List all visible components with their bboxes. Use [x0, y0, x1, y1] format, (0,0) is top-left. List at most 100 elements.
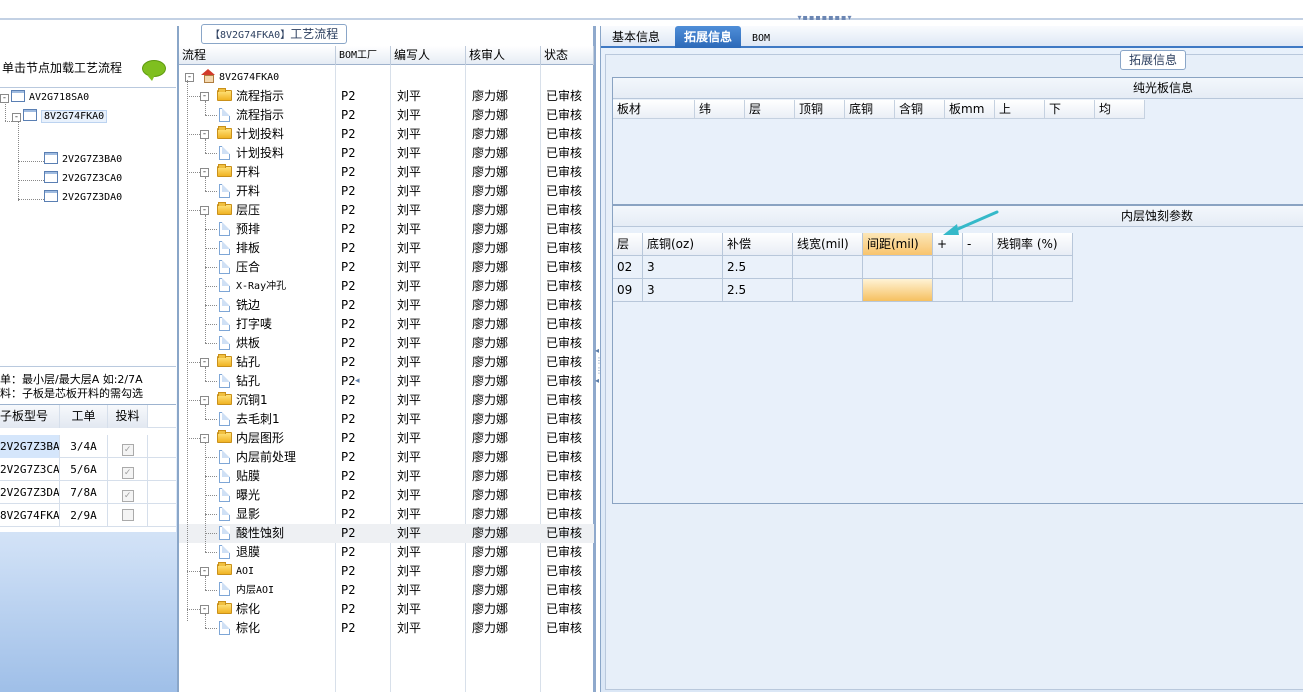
table-row[interactable]: 2V2G7Z3CA0 5/6A ✓	[0, 458, 176, 481]
process-step-row[interactable]: 开料 P2 刘平 廖力娜 已审核	[179, 182, 594, 201]
collapse-icon[interactable]: -	[200, 92, 209, 101]
collapse-icon[interactable]: -	[12, 113, 21, 122]
collapse-icon[interactable]: -	[200, 130, 209, 139]
cell-minus[interactable]	[963, 256, 993, 279]
cell-line-width[interactable]	[793, 256, 863, 279]
collapse-icon[interactable]: -	[200, 434, 209, 443]
process-group-row[interactable]: - 钻孔 P2 刘平 廖力娜 已审核	[179, 353, 594, 372]
col-header-compensation[interactable]: 补偿	[723, 233, 793, 256]
col-header-reviewer[interactable]: 核审人	[466, 46, 541, 65]
col-header-status[interactable]: 状态	[541, 46, 594, 65]
cell-base-copper[interactable]: 3	[643, 256, 723, 279]
col-header-lower[interactable]: 下	[1045, 100, 1095, 119]
tree-node-root[interactable]: - AV2G718SA0	[0, 90, 89, 106]
process-flow-tab[interactable]: 【8V2G74FKA0】工艺流程	[201, 24, 348, 44]
col-header-base-copper[interactable]: 底铜(oz)	[643, 233, 723, 256]
col-header-writer[interactable]: 编写人	[391, 46, 466, 65]
tab-bom[interactable]: BOM	[743, 26, 779, 48]
cell-feed[interactable]: ✓	[108, 481, 148, 504]
process-step-row[interactable]: 退膜 P2 刘平 廖力娜 已审核	[179, 543, 594, 562]
tree-node-child[interactable]: 2V2G7Z3BA0	[44, 152, 122, 168]
col-header-copper[interactable]: 含铜	[895, 100, 945, 119]
cell-order[interactable]: 7/8A	[60, 481, 108, 504]
left-splitter-grip[interactable]: ◂	[355, 376, 360, 386]
tree-node-child[interactable]: 2V2G7Z3DA0	[44, 190, 122, 206]
col-header-model[interactable]: 子板型号	[0, 405, 60, 428]
process-step-row[interactable]: 显影 P2 刘平 廖力娜 已审核	[179, 505, 594, 524]
cell-feed[interactable]	[108, 504, 148, 527]
cell-line-width[interactable]	[793, 279, 863, 302]
process-step-row[interactable]: 流程指示 P2 刘平 廖力娜 已审核	[179, 106, 594, 125]
col-header-spacing[interactable]: 间距(mil)	[863, 233, 933, 256]
tab-extended-info[interactable]: 拓展信息	[675, 26, 742, 48]
col-header-order[interactable]: 工单	[60, 405, 108, 428]
cell-layer[interactable]: 02	[613, 256, 643, 279]
process-step-row[interactable]: 棕化 P2 刘平 廖力娜 已审核	[179, 619, 594, 638]
tree-root-row[interactable]: - 8V2G74FKA0	[179, 68, 594, 87]
cell-residual-copper[interactable]	[993, 279, 1073, 302]
cell-layer[interactable]: 09	[613, 279, 643, 302]
process-step-row[interactable]: 去毛刺1 P2 刘平 廖力娜 已审核	[179, 410, 594, 429]
feed-checkbox[interactable]	[121, 509, 134, 521]
cell-feed[interactable]: ✓	[108, 435, 148, 458]
process-step-row[interactable]: 预排 P2 刘平 廖力娜 已审核	[179, 220, 594, 239]
tab-basic-info[interactable]: 基本信息	[603, 26, 669, 48]
col-header-residual-copper[interactable]: 残铜率 (%)	[993, 233, 1073, 256]
feed-checkbox[interactable]: ✓	[121, 467, 134, 479]
cell-plus[interactable]	[933, 256, 963, 279]
col-header-board-mm[interactable]: 板mm	[945, 100, 995, 119]
feed-checkbox[interactable]: ✓	[121, 444, 134, 456]
process-step-row[interactable]: 打字唛 P2 刘平 廖力娜 已审核	[179, 315, 594, 334]
process-step-row[interactable]: 曝光 P2 刘平 廖力娜 已审核	[179, 486, 594, 505]
col-header-upper[interactable]: 上	[995, 100, 1045, 119]
table-row[interactable]: 8V2G74FKA0 2/9A	[0, 504, 176, 527]
col-header-top-copper[interactable]: 顶铜	[795, 100, 845, 119]
tree-node-child[interactable]: 2V2G7Z3CA0	[44, 171, 122, 187]
collapse-icon[interactable]: -	[200, 168, 209, 177]
col-header-bom-factory[interactable]: BOM工厂	[336, 46, 391, 65]
cell-model[interactable]: 8V2G74FKA0	[0, 504, 60, 527]
process-group-row[interactable]: - 沉铜1 P2 刘平 廖力娜 已审核	[179, 391, 594, 410]
process-step-row[interactable]: 排板 P2 刘平 廖力娜 已审核	[179, 239, 594, 258]
cell-compensation[interactable]: 2.5	[723, 256, 793, 279]
collapse-icon[interactable]: -	[200, 396, 209, 405]
process-step-row[interactable]: X-Ray冲孔 P2 刘平 廖力娜 已审核	[179, 277, 594, 296]
process-step-row[interactable]: 铣边 P2 刘平 廖力娜 已审核	[179, 296, 594, 315]
cell-spacing-active[interactable]	[863, 279, 933, 302]
table-row[interactable]: 2V2G7Z3DA0 7/8A ✓	[0, 481, 176, 504]
process-group-row[interactable]: - 流程指示 P2 刘平 廖力娜 已审核	[179, 87, 594, 106]
tree-node-selected[interactable]: - 8V2G74FKA0	[12, 109, 108, 125]
process-group-row[interactable]: - 内层图形 P2 刘平 廖力娜 已审核	[179, 429, 594, 448]
process-step-row[interactable]: 内层前处理 P2 刘平 廖力娜 已审核	[179, 448, 594, 467]
process-group-row[interactable]: - 计划投料 P2 刘平 廖力娜 已审核	[179, 125, 594, 144]
cell-spacing[interactable]	[863, 256, 933, 279]
collapse-icon[interactable]: -	[200, 605, 209, 614]
top-splitter-grip[interactable]: ▾▪▪▪▪▪▪▪▾	[790, 14, 860, 22]
process-step-row[interactable]: 内层AOI P2 刘平 廖力娜 已审核	[179, 581, 594, 600]
col-header-average[interactable]: 均	[1095, 100, 1145, 119]
process-step-row[interactable]: 烘板 P2 刘平 廖力娜 已审核	[179, 334, 594, 353]
cell-model[interactable]: 2V2G7Z3CA0	[0, 458, 60, 481]
cell-residual-copper[interactable]	[993, 256, 1073, 279]
col-header-weft[interactable]: 纬	[695, 100, 745, 119]
col-header-layer[interactable]: 层	[745, 100, 795, 119]
process-group-row[interactable]: - 开料 P2 刘平 廖力娜 已审核	[179, 163, 594, 182]
table-row[interactable]: 2V2G7Z3BA0 3/4A ✓	[0, 435, 176, 458]
cell-order[interactable]: 2/9A	[60, 504, 108, 527]
col-header-material[interactable]: 板材	[613, 100, 695, 119]
process-group-row[interactable]: - 层压 P2 刘平 廖力娜 已审核	[179, 201, 594, 220]
cell-model[interactable]: 2V2G7Z3BA0	[0, 435, 60, 458]
col-header-layer[interactable]: 层	[613, 233, 643, 256]
process-group-row[interactable]: - 棕化 P2 刘平 廖力娜 已审核	[179, 600, 594, 619]
cell-feed[interactable]: ✓	[108, 458, 148, 481]
collapse-icon[interactable]: -	[200, 206, 209, 215]
col-header-flow[interactable]: 流程	[179, 46, 336, 65]
cell-order[interactable]: 3/4A	[60, 435, 108, 458]
process-step-row[interactable]: 贴膜 P2 刘平 廖力娜 已审核	[179, 467, 594, 486]
cell-base-copper[interactable]: 3	[643, 279, 723, 302]
process-step-row[interactable]: 钻孔 P2 刘平 廖力娜 已审核	[179, 372, 594, 391]
col-header-bottom-copper[interactable]: 底铜	[845, 100, 895, 119]
collapse-icon[interactable]: -	[200, 567, 209, 576]
cell-order[interactable]: 5/6A	[60, 458, 108, 481]
process-step-row[interactable]: 压合 P2 刘平 廖力娜 已审核	[179, 258, 594, 277]
